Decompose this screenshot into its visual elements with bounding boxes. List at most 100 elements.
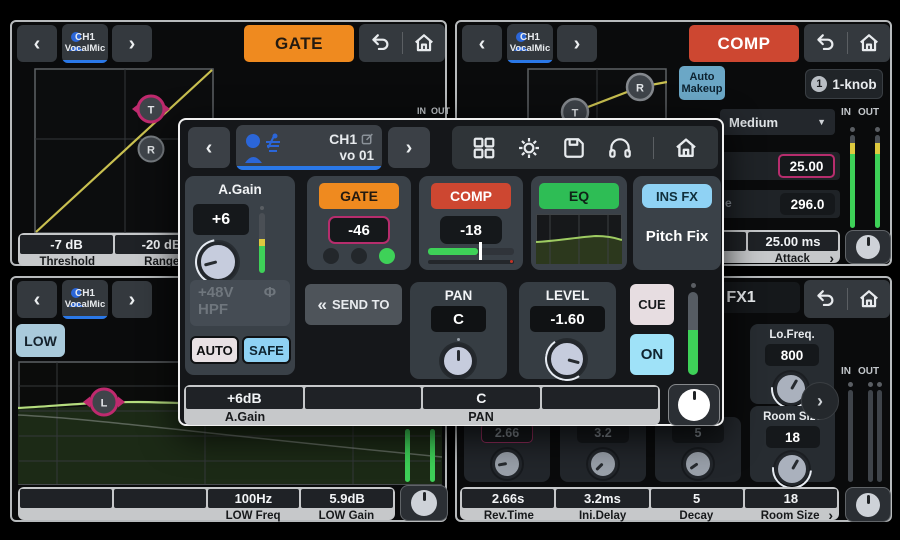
- gate-threshold-value[interactable]: -46: [328, 216, 390, 244]
- send-to-button[interactable]: « SEND TO: [305, 284, 402, 325]
- chevron-right-icon: ›: [817, 392, 823, 410]
- next-channel-button[interactable]: ›: [112, 25, 152, 62]
- channel-select-button[interactable]: CH1 VocalMic: [62, 24, 108, 63]
- channel-name-button[interactable]: CH1 vo 01: [236, 125, 382, 170]
- eq-low-band-button[interactable]: LOW: [16, 324, 65, 357]
- one-knob-button[interactable]: 1 1-knob: [805, 69, 883, 99]
- param-attack[interactable]: 25.00 ms: [748, 232, 838, 251]
- gain-auto-button[interactable]: AUTO: [190, 336, 239, 364]
- system-buttons: [359, 24, 445, 62]
- param-decay[interactable]: 5: [651, 489, 743, 508]
- touch-and-turn-button[interactable]: [845, 487, 891, 522]
- next-channel-button[interactable]: ›: [112, 281, 152, 318]
- console-screen: ‹ CH1 VocalMic › GATE: [0, 0, 900, 540]
- menu-grid-icon[interactable]: [472, 136, 496, 160]
- hpf-label[interactable]: HPF: [198, 301, 282, 318]
- decay-knob[interactable]: [683, 449, 713, 479]
- param-slot[interactable]: [114, 489, 206, 508]
- chevron-right-icon: ›: [406, 138, 413, 158]
- gate-toggle-button[interactable]: GATE: [319, 183, 399, 209]
- again-value[interactable]: +6: [193, 204, 249, 235]
- prev-channel-button[interactable]: ‹: [17, 25, 57, 62]
- param-roomsize[interactable]: 18: [745, 489, 837, 508]
- divider: [847, 32, 848, 54]
- param-slot[interactable]: [305, 387, 422, 409]
- param-threshold[interactable]: -7 dB: [20, 235, 113, 254]
- prev-channel-button[interactable]: ‹: [17, 281, 57, 318]
- chevron-right-icon: ›: [828, 508, 833, 523]
- phantom-48v-label[interactable]: +48V: [198, 284, 233, 301]
- home-icon[interactable]: [858, 288, 880, 310]
- comp-title-button[interactable]: COMP: [689, 25, 799, 62]
- gate-title-button[interactable]: GATE: [244, 25, 354, 62]
- next-page-button[interactable]: ›: [801, 382, 839, 420]
- pan-value[interactable]: C: [431, 306, 486, 332]
- home-icon[interactable]: [674, 136, 698, 160]
- comp-release-value[interactable]: 296.0: [780, 193, 835, 215]
- touch-and-turn-button[interactable]: [668, 384, 720, 426]
- eq-card: EQ: [531, 176, 627, 270]
- eq-toggle-button[interactable]: EQ: [539, 183, 619, 209]
- inidelay-value[interactable]: 3.2: [577, 423, 629, 443]
- touch-and-turn-button[interactable]: [400, 485, 448, 521]
- headphones-icon[interactable]: [607, 135, 633, 161]
- roomsize-knob[interactable]: [775, 452, 809, 486]
- inidelay-knob[interactable]: [588, 449, 618, 479]
- eq-thumbnail-graph[interactable]: [536, 214, 622, 264]
- insfx-toggle-button[interactable]: INS FX: [642, 184, 712, 208]
- again-knob[interactable]: [198, 242, 238, 282]
- phase-icon[interactable]: Φ: [264, 284, 276, 301]
- param-low-freq[interactable]: 100Hz: [208, 489, 300, 508]
- knob-icon: [678, 389, 710, 421]
- level-value[interactable]: -1.60: [530, 306, 605, 332]
- undo-icon[interactable]: [814, 288, 836, 310]
- comp-attack-value[interactable]: 25.00: [778, 154, 835, 178]
- decay-value[interactable]: 5: [672, 423, 724, 443]
- home-icon[interactable]: [858, 32, 880, 54]
- roomsize-value[interactable]: 18: [766, 426, 820, 448]
- param-low-gain[interactable]: 5.9dB: [301, 489, 393, 508]
- comp-threshold-value[interactable]: -18: [440, 216, 502, 244]
- on-button[interactable]: ON: [630, 334, 674, 375]
- chevron-right-icon: ›: [829, 251, 834, 266]
- param-inidelay[interactable]: 3.2ms: [556, 489, 648, 508]
- gate-range-handle[interactable]: R: [139, 137, 164, 162]
- cue-button[interactable]: CUE: [630, 284, 674, 325]
- channel-select-button[interactable]: CH1 VocalMic: [507, 24, 553, 63]
- comp-ratio-handle[interactable]: R: [627, 74, 653, 100]
- touch-and-turn-button[interactable]: [845, 230, 891, 264]
- channel-overview-popup: ‹ CH1 vo 01 ›: [178, 118, 724, 426]
- comp-toggle-button[interactable]: COMP: [431, 183, 511, 209]
- revtime-knob[interactable]: [492, 449, 522, 479]
- pan-knob[interactable]: [441, 344, 475, 378]
- phantom-hpf-panel: +48V Φ HPF: [190, 280, 290, 326]
- param-pan[interactable]: C: [423, 387, 540, 409]
- level-knob[interactable]: [548, 340, 586, 378]
- channel-name: VocalMic: [510, 44, 550, 55]
- prev-channel-button[interactable]: ‹: [462, 25, 502, 62]
- undo-icon[interactable]: [814, 32, 836, 54]
- undo-icon[interactable]: [369, 32, 391, 54]
- vocal-channel-icon: [244, 132, 284, 164]
- save-icon[interactable]: [562, 136, 586, 160]
- lofreq-value[interactable]: 800: [765, 344, 819, 366]
- param-slot[interactable]: [542, 387, 659, 409]
- next-channel-button[interactable]: ›: [388, 127, 430, 168]
- gear-icon[interactable]: [516, 135, 542, 161]
- prev-channel-button[interactable]: ‹: [188, 127, 230, 168]
- comp-type-select[interactable]: Medium ▼: [720, 109, 835, 135]
- insfx-effect-name[interactable]: Pitch Fix: [633, 228, 721, 245]
- next-channel-button[interactable]: ›: [557, 25, 597, 62]
- channel-select-button[interactable]: CH1 VocalMic: [62, 280, 108, 319]
- comp-out-meter: [875, 135, 880, 228]
- revtime-value[interactable]: 2.66: [481, 423, 533, 443]
- param-again[interactable]: +6dB: [186, 387, 303, 409]
- home-icon[interactable]: [413, 32, 435, 54]
- eq-param-bar: 100Hz 5.9dB LOW Freq LOW Gain: [18, 487, 395, 520]
- param-slot[interactable]: [20, 489, 112, 508]
- comp-meter-labels: INOUT: [841, 107, 879, 118]
- comp-gr-track: [428, 248, 514, 255]
- auto-makeup-button[interactable]: AutoMakeup: [679, 66, 725, 100]
- gain-safe-button[interactable]: SAFE: [242, 336, 291, 364]
- param-revtime[interactable]: 2.66s: [462, 489, 554, 508]
